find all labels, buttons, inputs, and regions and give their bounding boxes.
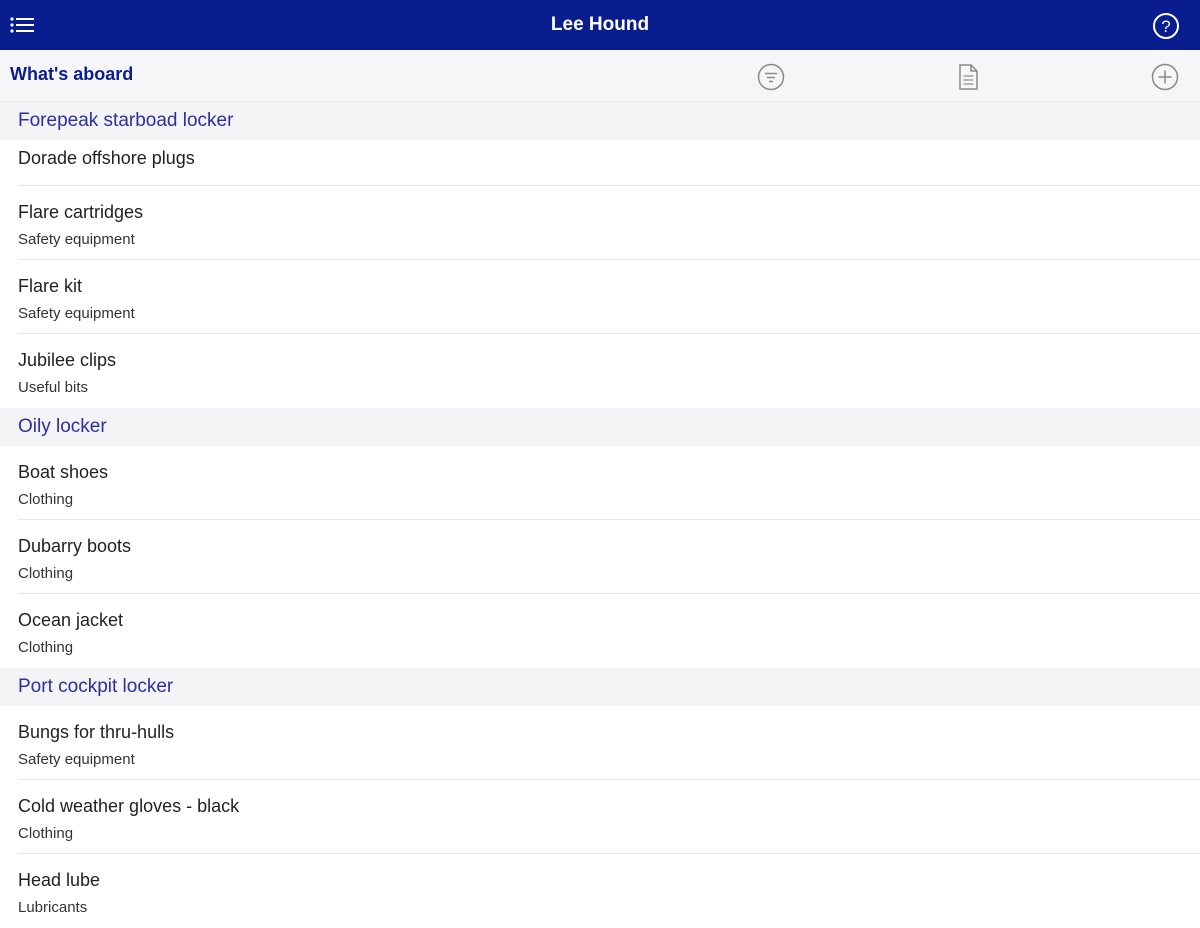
item-category: Clothing bbox=[18, 491, 74, 508]
item-name: Dubarry boots bbox=[18, 536, 132, 556]
app-title: Lee Hound bbox=[550, 14, 650, 35]
item-name: Head lube bbox=[18, 870, 101, 890]
item-name: Flare cartridges bbox=[18, 202, 144, 222]
list-item[interactable]: Bungs for thru-hulls Safety equipment bbox=[0, 706, 1200, 780]
help-circle-icon[interactable]: ? bbox=[1152, 12, 1180, 40]
list-toolbar: What's aboard bbox=[0, 50, 1200, 102]
inventory-list: Forepeak starboad locker Dorade offshore… bbox=[0, 102, 1200, 928]
item-name: Bungs for thru-hulls bbox=[18, 722, 175, 742]
list-item[interactable]: Dubarry boots Clothing bbox=[0, 520, 1200, 594]
item-category: Useful bits bbox=[18, 379, 89, 396]
item-category: Safety equipment bbox=[18, 231, 135, 248]
item-name: Ocean jacket bbox=[18, 610, 124, 630]
add-circle-icon[interactable] bbox=[1151, 63, 1179, 91]
item-name: Dorade offshore plugs bbox=[18, 148, 195, 168]
item-name: Flare kit bbox=[18, 276, 83, 296]
item-name: Boat shoes bbox=[18, 462, 109, 482]
list-item[interactable]: Flare cartridges Safety equipment bbox=[0, 186, 1200, 260]
page-title: What's aboard bbox=[10, 64, 134, 84]
list-item[interactable]: Head lube Lubricants bbox=[0, 854, 1200, 928]
list-item[interactable]: Ocean jacket Clothing bbox=[0, 594, 1200, 668]
list-menu-icon[interactable] bbox=[8, 11, 36, 39]
section-label: Port cockpit locker bbox=[18, 676, 174, 697]
top-navigation-bar: Lee Hound ? bbox=[0, 0, 1200, 50]
item-category: Clothing bbox=[18, 565, 74, 582]
item-name: Cold weather gloves - black bbox=[18, 796, 240, 816]
list-item[interactable]: Cold weather gloves - black Clothing bbox=[0, 780, 1200, 854]
list-item[interactable]: Jubilee clips Useful bits bbox=[0, 334, 1200, 408]
filter-icon[interactable] bbox=[757, 63, 785, 91]
section-header: Port cockpit locker bbox=[0, 668, 1200, 706]
list-item[interactable]: Flare kit Safety equipment bbox=[0, 260, 1200, 334]
section-header: Forepeak starboad locker bbox=[0, 102, 1200, 140]
item-category: Lubricants bbox=[18, 899, 88, 916]
list-item[interactable]: Dorade offshore plugs bbox=[0, 140, 1200, 186]
section-header: Oily locker bbox=[0, 408, 1200, 446]
svg-text:?: ? bbox=[1161, 17, 1170, 36]
section-label: Oily locker bbox=[18, 416, 107, 437]
item-name: Jubilee clips bbox=[18, 350, 117, 370]
item-category: Clothing bbox=[18, 825, 74, 842]
item-category: Safety equipment bbox=[18, 305, 135, 322]
list-item[interactable]: Boat shoes Clothing bbox=[0, 446, 1200, 520]
section-label: Forepeak starboad locker bbox=[18, 110, 234, 131]
document-icon[interactable] bbox=[954, 63, 982, 91]
item-category: Clothing bbox=[18, 639, 74, 656]
item-category: Safety equipment bbox=[18, 751, 135, 768]
